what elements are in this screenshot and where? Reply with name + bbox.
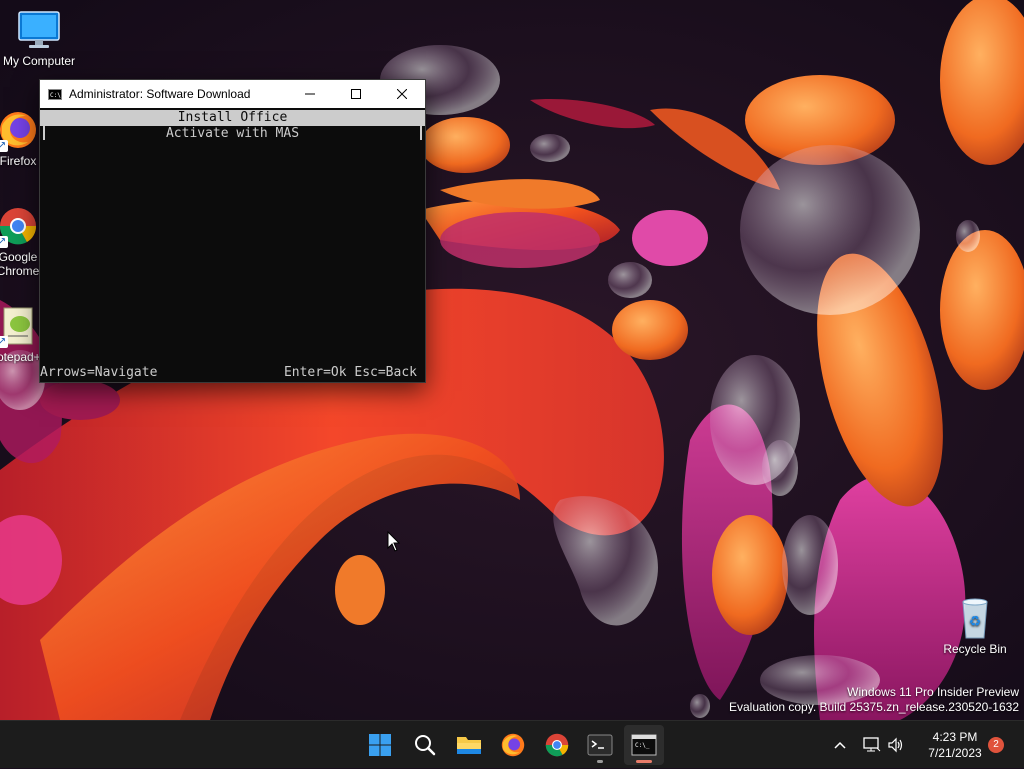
- watermark-build: Evaluation copy. Build 25375.zn_release.…: [729, 699, 1019, 714]
- firefox-taskbar-button[interactable]: [493, 725, 533, 765]
- notepadpp-icon: ↗: [0, 304, 40, 348]
- console-window[interactable]: C:\ Administrator: Software Download Ins…: [39, 79, 426, 383]
- monitor-icon: [17, 8, 61, 52]
- maximize-button[interactable]: [333, 80, 379, 108]
- desktop-icon-recycle-bin[interactable]: ♻ Recycle Bin: [935, 596, 1015, 656]
- shortcut-arrow-icon: ↗: [0, 336, 8, 348]
- svg-text:♻: ♻: [969, 614, 982, 630]
- close-icon: [397, 89, 407, 99]
- recycle-bin-icon: ♻: [953, 596, 997, 640]
- chrome-taskbar-button[interactable]: [537, 725, 577, 765]
- speaker-icon: [888, 737, 903, 753]
- terminal-icon: [587, 734, 613, 756]
- window-titlebar[interactable]: C:\ Administrator: Software Download: [40, 80, 425, 108]
- show-hidden-icons-button[interactable]: [828, 721, 852, 769]
- maximize-icon: [351, 89, 361, 99]
- desktop-icon-label: My Computer: [2, 54, 76, 68]
- svg-text:C:\_: C:\_: [635, 742, 650, 749]
- menu-item-activate-mas[interactable]: Activate with MAS: [40, 126, 425, 142]
- console-footer-right: Enter=Ok Esc=Back: [283, 365, 417, 380]
- start-icon: [369, 734, 391, 756]
- minimize-button[interactable]: [287, 80, 333, 108]
- mouse-cursor-icon: [387, 531, 401, 552]
- firefox-icon: [501, 733, 525, 757]
- os-watermark: Windows 11 Pro Insider Preview Evaluatio…: [729, 685, 1019, 714]
- volume-button[interactable]: [884, 721, 908, 769]
- firefox-icon: ↗: [0, 108, 40, 152]
- file-explorer-button[interactable]: [449, 725, 489, 765]
- console-app-icon: C:\_: [631, 734, 657, 756]
- window-title: Administrator: Software Download: [69, 87, 251, 101]
- console-taskbar-button[interactable]: C:\_: [624, 725, 664, 765]
- console-screen[interactable]: Install Office Activate with MAS Arrows=…: [40, 108, 425, 381]
- shortcut-arrow-icon: ↗: [0, 140, 8, 152]
- notification-badge[interactable]: 2: [988, 737, 1004, 753]
- desktop-icon-label: Recycle Bin: [943, 642, 1007, 656]
- network-icon: [863, 737, 881, 752]
- console-footer-left: Arrows=Navigate: [40, 365, 158, 380]
- search-icon: [415, 735, 436, 756]
- network-button[interactable]: [860, 721, 884, 769]
- file-explorer-icon: [457, 737, 481, 754]
- search-button[interactable]: [405, 725, 445, 765]
- watermark-edition: Windows 11 Pro Insider Preview: [847, 685, 1019, 699]
- menu-item-install-office[interactable]: Install Office: [40, 110, 425, 126]
- chrome-icon: ↗: [0, 204, 40, 248]
- console-window-icon: C:\: [48, 88, 62, 100]
- terminal-taskbar-button[interactable]: [580, 725, 620, 765]
- minimize-icon: [305, 93, 315, 95]
- desktop-icon-my-computer[interactable]: My Computer: [0, 8, 79, 68]
- taskbar-clock[interactable]: 4:23 PM 7/21/2023: [912, 729, 998, 761]
- clock-time: 4:23 PM: [932, 730, 978, 744]
- shortcut-arrow-icon: ↗: [0, 236, 8, 248]
- running-indicator: [597, 760, 603, 763]
- chrome-icon: [545, 733, 569, 757]
- chevron-up-icon: [834, 741, 846, 749]
- start-button[interactable]: [360, 725, 400, 765]
- taskbar: C:\_ 4:23 PM 7/21/2023: [0, 720, 1024, 768]
- clock-date: 7/21/2023: [928, 746, 982, 760]
- active-indicator: [636, 760, 652, 763]
- close-button[interactable]: [379, 80, 425, 108]
